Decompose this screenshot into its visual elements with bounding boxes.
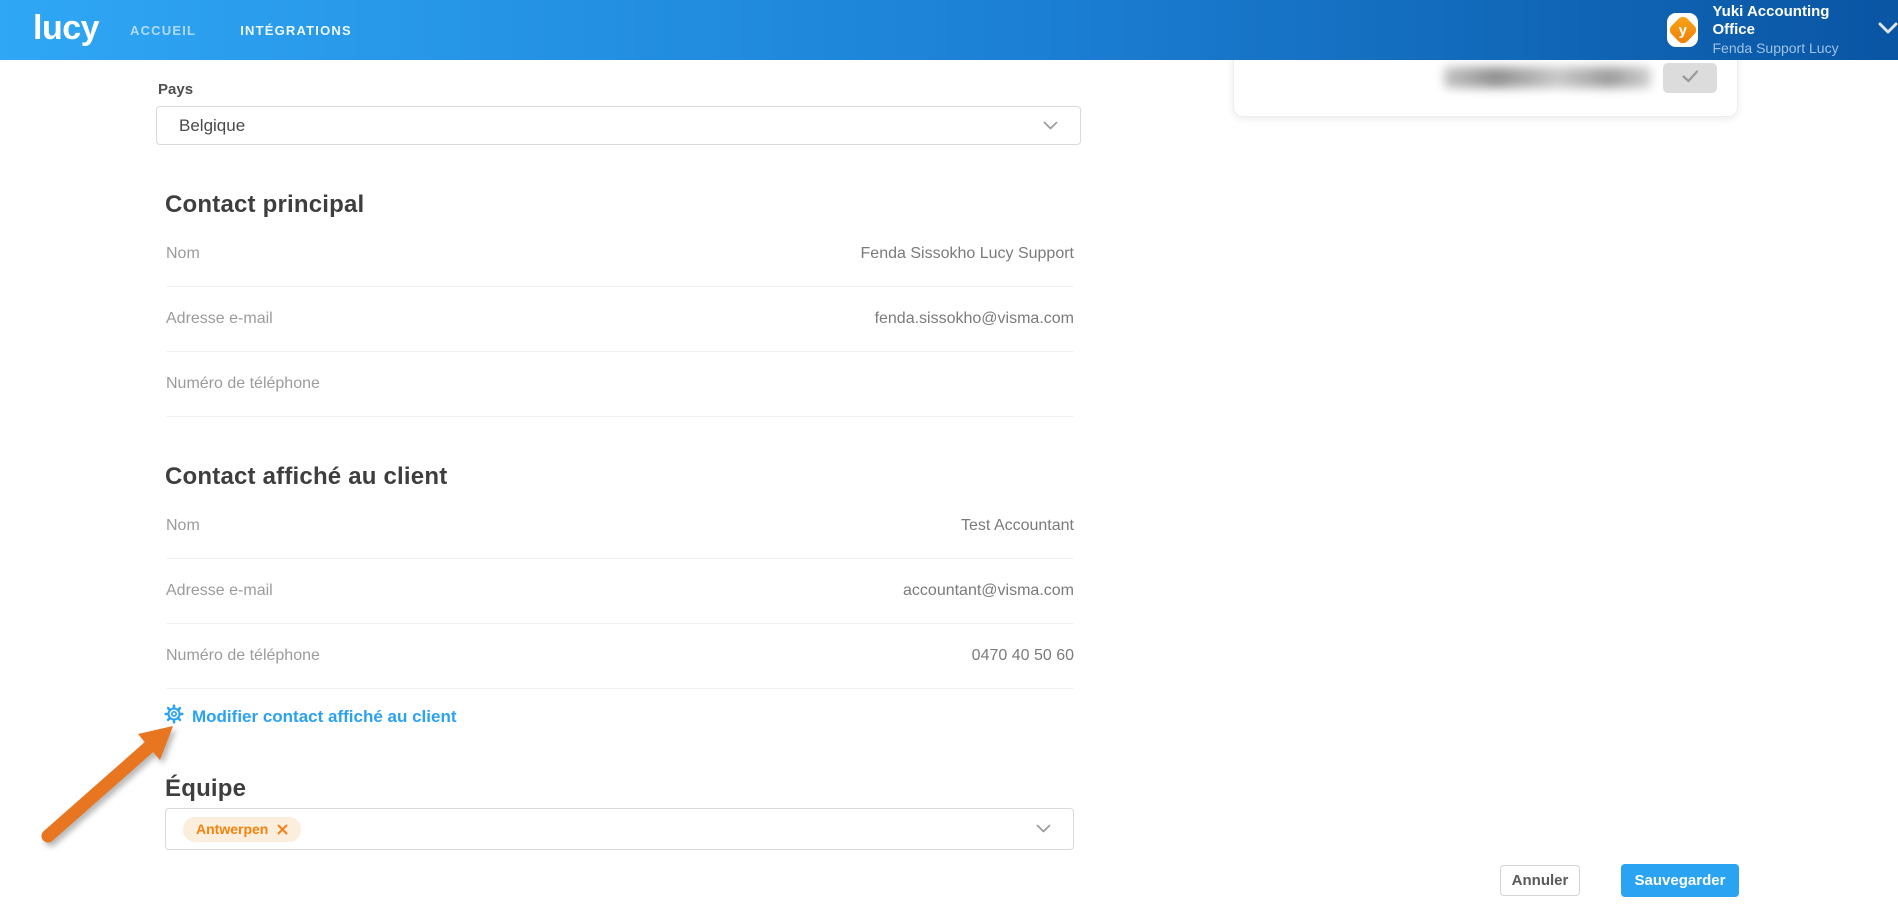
field-label: Numéro de téléphone bbox=[166, 647, 320, 664]
table-row: Nom Test Accountant bbox=[166, 494, 1074, 559]
section-title-contact-principal: Contact principal bbox=[165, 191, 365, 218]
cancel-button[interactable]: Annuler bbox=[1500, 865, 1580, 896]
account-menu[interactable]: y Yuki Accounting Office Fenda Support L… bbox=[1667, 0, 1898, 60]
equipe-multiselect[interactable]: Antwerpen bbox=[165, 808, 1074, 850]
lucy-logo: lucy bbox=[33, 9, 100, 47]
table-row: Numéro de téléphone bbox=[166, 352, 1074, 417]
chevron-down-icon bbox=[1878, 21, 1898, 39]
section-title-equipe: Équipe bbox=[165, 775, 247, 802]
team-tag: Antwerpen bbox=[183, 816, 302, 842]
field-value: Test Accountant bbox=[961, 517, 1074, 534]
pays-select-value: Belgique bbox=[179, 115, 246, 135]
account-org-name: Yuki Accounting Office bbox=[1712, 2, 1830, 39]
contact-affiche-rows: Nom Test Accountant Adresse e-mail accou… bbox=[166, 494, 1074, 689]
nav-item-accueil[interactable]: ACCUEIL bbox=[130, 23, 196, 38]
pays-select[interactable]: Belgique bbox=[156, 106, 1081, 145]
chevron-down-icon bbox=[1036, 820, 1051, 838]
field-label: Numéro de téléphone bbox=[166, 375, 320, 392]
app-header: lucy ACCUEIL INTÉGRATIONS y Yuki Account… bbox=[0, 0, 1898, 60]
table-row: Adresse e-mail fenda.sissokho@visma.com bbox=[166, 287, 1074, 352]
field-label: Nom bbox=[166, 517, 200, 534]
gear-icon bbox=[164, 704, 184, 729]
settings-form: Pays Belgique Contact principal Nom Fend… bbox=[156, 60, 1081, 850]
field-value: 0470 40 50 60 bbox=[971, 647, 1074, 664]
field-value: accountant@visma.com bbox=[903, 582, 1074, 599]
nav-item-integrations[interactable]: INTÉGRATIONS bbox=[240, 23, 352, 38]
main-nav: ACCUEIL INTÉGRATIONS bbox=[130, 0, 352, 60]
yuki-logo-icon: y bbox=[1667, 14, 1699, 46]
field-label: Nom bbox=[166, 245, 200, 262]
section-title-contact-affiche: Contact affiché au client bbox=[165, 463, 448, 490]
remove-tag-icon[interactable] bbox=[277, 824, 288, 835]
modify-contact-link-label: Modifier contact affiché au client bbox=[192, 706, 457, 726]
contact-principal-rows: Nom Fenda Sissokho Lucy Support Adresse … bbox=[166, 222, 1074, 417]
avatar: y bbox=[1667, 13, 1699, 47]
chevron-down-icon bbox=[1043, 117, 1058, 135]
account-user-name: Fenda Support Lucy bbox=[1712, 40, 1839, 56]
table-row: Nom Fenda Sissokho Lucy Support bbox=[166, 222, 1074, 287]
confirm-check-button[interactable] bbox=[1663, 63, 1717, 93]
redacted-value-blur bbox=[1444, 67, 1651, 88]
field-value: Fenda Sissokho Lucy Support bbox=[860, 245, 1074, 262]
modify-contact-link[interactable]: Modifier contact affiché au client bbox=[164, 704, 457, 729]
pays-label: Pays bbox=[158, 81, 194, 98]
table-row: Adresse e-mail accountant@visma.com bbox=[166, 559, 1074, 624]
avatar-letter: y bbox=[1678, 21, 1687, 39]
team-tag-label: Antwerpen bbox=[196, 821, 269, 837]
check-icon bbox=[1681, 70, 1699, 86]
field-value: fenda.sissokho@visma.com bbox=[874, 310, 1074, 327]
table-row: Numéro de téléphone 0470 40 50 60 bbox=[166, 624, 1074, 689]
form-actions: Annuler Sauvegarder bbox=[1500, 864, 1739, 897]
field-label: Adresse e-mail bbox=[166, 582, 273, 599]
field-label: Adresse e-mail bbox=[166, 310, 273, 327]
account-text: Yuki Accounting Office Fenda Support Luc… bbox=[1712, 3, 1864, 58]
save-button[interactable]: Sauvegarder bbox=[1621, 864, 1739, 897]
